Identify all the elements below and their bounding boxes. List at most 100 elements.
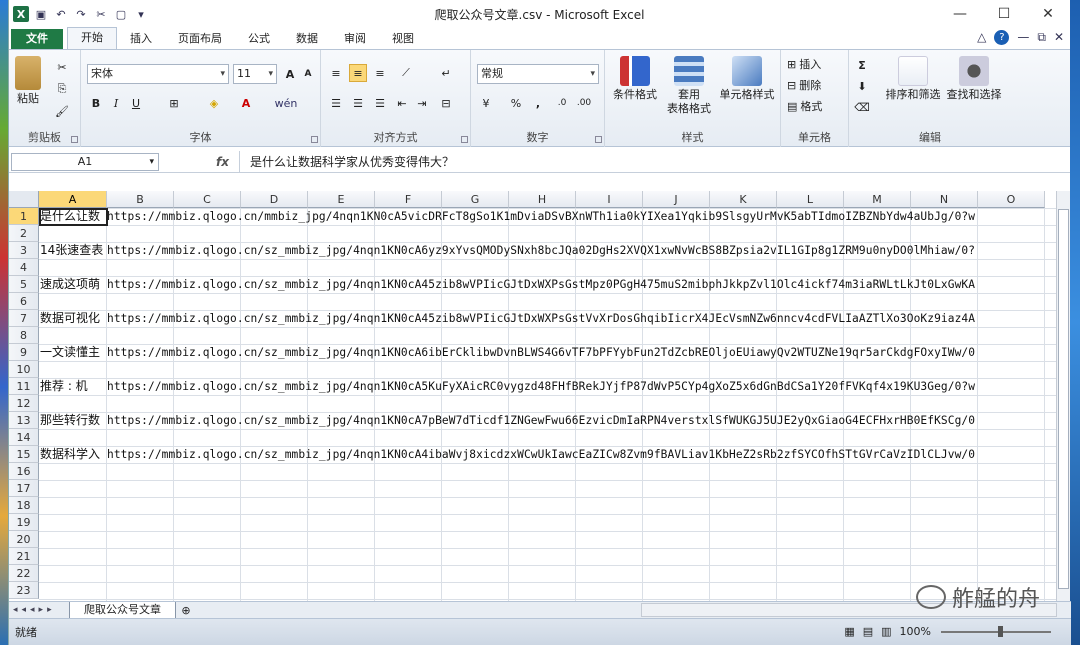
row-header-6[interactable]: 6 [9,293,39,310]
column-header-n[interactable]: N [911,191,978,208]
grow-font-button[interactable]: A [281,65,299,83]
format-painter-qat-icon[interactable]: ✂ [93,6,109,22]
row-header-16[interactable]: 16 [9,463,39,480]
column-header-m[interactable]: M [844,191,911,208]
column-header-i[interactable]: I [576,191,643,208]
shrink-font-button[interactable]: A [299,65,317,83]
cell-url[interactable]: https://mmbiz.qlogo.cn/sz_mmbiz_jpg/4nqn… [107,446,975,463]
row-header-9[interactable]: 9 [9,344,39,361]
row-header-19[interactable]: 19 [9,514,39,531]
wrap-text-icon[interactable]: ↵ [437,64,455,82]
column-header-b[interactable]: B [107,191,174,208]
comma-button[interactable]: , [529,94,547,112]
new-sheet-icon[interactable]: ⊕ [176,603,196,618]
font-color-icon[interactable]: A [237,94,255,112]
cell-url[interactable]: https://mmbiz.qlogo.cn/mmbiz_jpg/4nqn1KN… [107,208,975,225]
conditional-format-button[interactable]: 条件格式 [609,56,661,102]
align-right-icon[interactable]: ☰ [371,94,389,112]
insert-cells-button[interactable]: ⊞ 插入 [787,56,821,72]
orientation-icon[interactable]: ⟋ [397,64,415,82]
row-header-1[interactable]: 1 [9,208,39,225]
cell-title[interactable]: 速成这项萌 [39,276,107,293]
fill-color-icon[interactable]: ◈ [205,94,223,112]
clipboard-launcher[interactable] [71,136,78,143]
row-header-4[interactable]: 4 [9,259,39,276]
align-bottom-icon[interactable]: ≡ [371,64,389,82]
column-header-e[interactable]: E [308,191,375,208]
row-header-5[interactable]: 5 [9,276,39,293]
worksheet[interactable]: ABCDEFGHIJKLMNO 1 2 3 4 5 6 7 8 9 10 11 12 13 14 15 16 1… [9,191,1059,601]
cell-url[interactable]: https://mmbiz.qlogo.cn/sz_mmbiz_jpg/4nqn… [107,412,975,429]
tab-insert[interactable]: 插入 [117,29,165,49]
find-select-button[interactable]: 查找和选择 [943,56,1005,102]
accounting-icon[interactable]: ¥ [477,94,495,112]
number-format-combo[interactable]: 常规 [477,64,599,84]
tab-data[interactable]: 数据 [283,29,331,49]
vertical-scroll-thumb[interactable] [1058,209,1069,589]
undo-icon[interactable]: ↶ [53,6,69,22]
cell-title[interactable]: 数据可视化 [39,310,107,327]
align-top-icon[interactable]: ≡ [327,64,345,82]
clear-icon[interactable]: ⌫ [853,98,871,116]
save-icon[interactable]: ▣ [33,6,49,22]
cell-title[interactable]: 那些转行数 [39,412,107,429]
format-cells-button[interactable]: ▤ 格式 [787,98,822,114]
row-header-14[interactable]: 14 [9,429,39,446]
cell-title[interactable]: 一文读懂主 [39,344,107,361]
row-header-11[interactable]: 11 [9,378,39,395]
workbook-close-icon[interactable]: ✕ [1054,30,1064,45]
cell-url[interactable]: https://mmbiz.qlogo.cn/sz_mmbiz_jpg/4nqn… [107,276,975,293]
cut-icon[interactable]: ✂ [53,58,71,76]
select-all-corner[interactable] [9,191,39,208]
format-as-table-button[interactable]: 套用 表格格式 [663,56,715,116]
align-middle-icon[interactable]: ≡ [349,64,367,82]
sheet-tab[interactable]: 爬取公众号文章 [69,601,176,619]
redo-icon[interactable]: ↷ [73,6,89,22]
increase-indent-icon[interactable]: ⇥ [413,94,431,112]
row-header-20[interactable]: 20 [9,531,39,548]
sort-filter-button[interactable]: 排序和筛选 [885,56,941,102]
row-header-8[interactable]: 8 [9,327,39,344]
help-icon[interactable]: ? [994,30,1010,45]
workbook-restore-icon[interactable]: ⧉ [1037,30,1046,45]
align-center-icon[interactable]: ☰ [349,94,367,112]
row-header-3[interactable]: 3 [9,242,39,259]
column-header-l[interactable]: L [777,191,844,208]
row-header-17[interactable]: 17 [9,480,39,497]
autosum-button[interactable]: Σ [853,56,871,74]
page-break-view-icon[interactable]: ▥ [881,625,891,638]
maximize-button[interactable]: ☐ [982,0,1026,28]
percent-button[interactable]: % [507,94,525,112]
cell-url[interactable]: https://mmbiz.qlogo.cn/sz_mmbiz_jpg/4nqn… [107,242,975,259]
name-box[interactable]: A1 [11,152,159,171]
row-header-23[interactable]: 23 [9,582,39,599]
cell-url[interactable]: https://mmbiz.qlogo.cn/sz_mmbiz_jpg/4nqn… [107,344,975,361]
column-header-a[interactable]: A [39,191,107,208]
decrease-decimal-icon[interactable]: .00 [575,94,593,112]
cell-url[interactable]: https://mmbiz.qlogo.cn/sz_mmbiz_jpg/4nqn… [107,378,975,395]
column-header-c[interactable]: C [174,191,241,208]
fill-icon[interactable]: ⬇ [853,77,871,95]
underline-button[interactable]: U [127,94,145,112]
page-layout-view-icon[interactable]: ▤ [863,625,873,638]
border-icon[interactable]: ⊞ [165,94,183,112]
minimize-ribbon-icon[interactable]: △ [977,30,986,45]
row-header-7[interactable]: 7 [9,310,39,327]
cell-title[interactable]: 数据科学入 [39,446,107,463]
row-header-22[interactable]: 22 [9,565,39,582]
zoom-level[interactable]: 100% [900,625,931,638]
cell-title[interactable]: 14张速查表 [39,242,107,259]
new-file-icon[interactable]: ▢ [113,6,129,22]
number-launcher[interactable] [595,136,602,143]
copy-icon[interactable]: ⎘ [53,80,71,98]
sheet-nav-arrows[interactable]: ◂◂◂▸▸ [9,605,69,615]
phonetic-icon[interactable]: wén [275,94,298,112]
delete-cells-button[interactable]: ⊟ 删除 [787,77,821,93]
tab-page-layout[interactable]: 页面布局 [165,29,235,49]
tab-file[interactable]: 文件 [11,29,63,49]
column-header-j[interactable]: J [643,191,710,208]
column-header-f[interactable]: F [375,191,442,208]
align-left-icon[interactable]: ☰ [327,94,345,112]
tab-review[interactable]: 审阅 [331,29,379,49]
zoom-slider[interactable] [941,631,1051,633]
